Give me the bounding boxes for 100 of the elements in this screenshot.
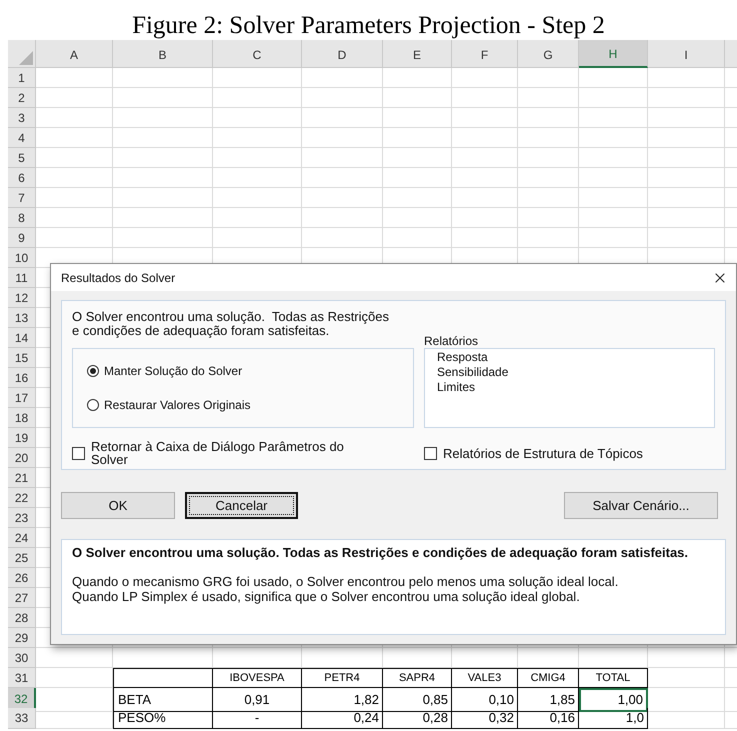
grid-cell[interactable]	[113, 228, 213, 248]
row-header[interactable]: 17	[8, 388, 36, 408]
checkbox[interactable]	[424, 446, 437, 460]
column-header[interactable]: F	[452, 40, 518, 68]
grid-cell[interactable]	[648, 688, 725, 712]
row-header[interactable]: 3	[8, 108, 36, 128]
row-header[interactable]: 7	[8, 188, 36, 208]
radio-button[interactable]	[87, 365, 99, 377]
checkbox[interactable]	[72, 446, 85, 460]
grid-cell[interactable]	[452, 188, 518, 208]
grid-cell[interactable]	[452, 148, 518, 168]
grid-cell[interactable]	[36, 188, 113, 208]
row-header[interactable]: 12	[8, 288, 36, 308]
row-header[interactable]: 29	[8, 628, 36, 648]
grid-cell[interactable]	[579, 228, 648, 248]
column-header[interactable]: D	[302, 40, 383, 68]
row-header[interactable]: 5	[8, 148, 36, 168]
grid-cell[interactable]	[648, 128, 725, 148]
grid-cell[interactable]	[113, 208, 213, 228]
grid-cell[interactable]	[213, 208, 302, 228]
grid-cell[interactable]	[648, 68, 725, 88]
row-header[interactable]: 11	[8, 268, 36, 288]
column-header[interactable]: I	[648, 40, 725, 68]
grid-cell[interactable]	[383, 68, 452, 88]
list-item[interactable]: Resposta	[437, 350, 702, 365]
grid-cell[interactable]	[113, 148, 213, 168]
grid-cell[interactable]	[113, 108, 213, 128]
grid-cell[interactable]	[518, 108, 579, 128]
column-header[interactable]: A	[36, 40, 113, 68]
row-header[interactable]: 9	[8, 228, 36, 248]
row-header[interactable]: 26	[8, 568, 36, 588]
grid-cell[interactable]	[36, 88, 113, 108]
grid-cell[interactable]	[579, 648, 648, 668]
row-header[interactable]: 8	[8, 208, 36, 228]
grid-cell[interactable]	[518, 68, 579, 88]
grid-cell[interactable]	[452, 108, 518, 128]
grid-cell[interactable]	[383, 648, 452, 668]
grid-cell[interactable]	[579, 88, 648, 108]
grid-cell[interactable]	[113, 648, 213, 668]
row-header[interactable]: 20	[8, 448, 36, 468]
grid-cell[interactable]	[452, 648, 518, 668]
row-header[interactable]: 24	[8, 528, 36, 548]
row-header[interactable]: 25	[8, 548, 36, 568]
grid-cell[interactable]	[213, 68, 302, 88]
grid-cell[interactable]	[302, 148, 383, 168]
grid-cell[interactable]	[36, 688, 113, 712]
grid-cell[interactable]	[36, 668, 113, 688]
grid-cell[interactable]	[579, 188, 648, 208]
row-header[interactable]: 18	[8, 408, 36, 428]
grid-cell[interactable]	[518, 148, 579, 168]
grid-cell[interactable]	[383, 168, 452, 188]
row-header[interactable]: 28	[8, 608, 36, 628]
grid-cell[interactable]	[302, 128, 383, 148]
grid-cell[interactable]	[579, 168, 648, 188]
dialog-button[interactable]: Salvar Cenário...	[564, 492, 718, 519]
row-header[interactable]: 27	[8, 588, 36, 608]
grid-cell[interactable]	[518, 188, 579, 208]
grid-cell[interactable]	[302, 168, 383, 188]
grid-cell[interactable]	[452, 128, 518, 148]
grid-cell[interactable]	[579, 68, 648, 88]
grid-cell[interactable]	[383, 208, 452, 228]
grid-cell[interactable]	[452, 68, 518, 88]
grid-cell[interactable]	[648, 88, 725, 108]
grid-cell[interactable]	[213, 128, 302, 148]
grid-cell[interactable]	[113, 68, 213, 88]
grid-cell[interactable]	[302, 108, 383, 128]
grid-cell[interactable]	[518, 208, 579, 228]
row-header[interactable]: 2	[8, 88, 36, 108]
grid-cell[interactable]	[579, 108, 648, 128]
grid-cell[interactable]	[113, 128, 213, 148]
grid-cell[interactable]	[36, 648, 113, 668]
grid-cell[interactable]	[302, 68, 383, 88]
grid-cell[interactable]	[518, 168, 579, 188]
radio-label[interactable]: Manter Solução do Solver	[104, 362, 242, 380]
grid-cell[interactable]	[579, 208, 648, 228]
row-header[interactable]: 10	[8, 248, 36, 268]
grid-cell[interactable]	[302, 88, 383, 108]
grid-cell[interactable]	[383, 128, 452, 148]
grid-cell[interactable]	[452, 208, 518, 228]
grid-cell[interactable]	[518, 228, 579, 248]
row-header[interactable]: 30	[8, 648, 36, 668]
grid-cell[interactable]	[452, 168, 518, 188]
radio-button[interactable]	[87, 399, 99, 411]
grid-cell[interactable]	[648, 108, 725, 128]
checkbox-label[interactable]: Relatórios de Estrutura de Tópicos	[443, 446, 643, 460]
column-header[interactable]: E	[383, 40, 452, 68]
row-header[interactable]: 6	[8, 168, 36, 188]
grid-cell[interactable]	[113, 188, 213, 208]
grid-cell[interactable]	[213, 648, 302, 668]
grid-cell[interactable]	[36, 68, 113, 88]
select-all-icon[interactable]	[19, 51, 33, 65]
grid-cell[interactable]	[36, 228, 113, 248]
grid-cell[interactable]	[36, 168, 113, 188]
grid-cell[interactable]	[579, 128, 648, 148]
grid-cell[interactable]	[648, 648, 725, 668]
row-header[interactable]: 21	[8, 468, 36, 488]
grid-cell[interactable]	[213, 148, 302, 168]
row-header[interactable]: 1	[8, 68, 36, 88]
row-header[interactable]: 13	[8, 308, 36, 328]
column-header[interactable]: B	[113, 40, 213, 68]
